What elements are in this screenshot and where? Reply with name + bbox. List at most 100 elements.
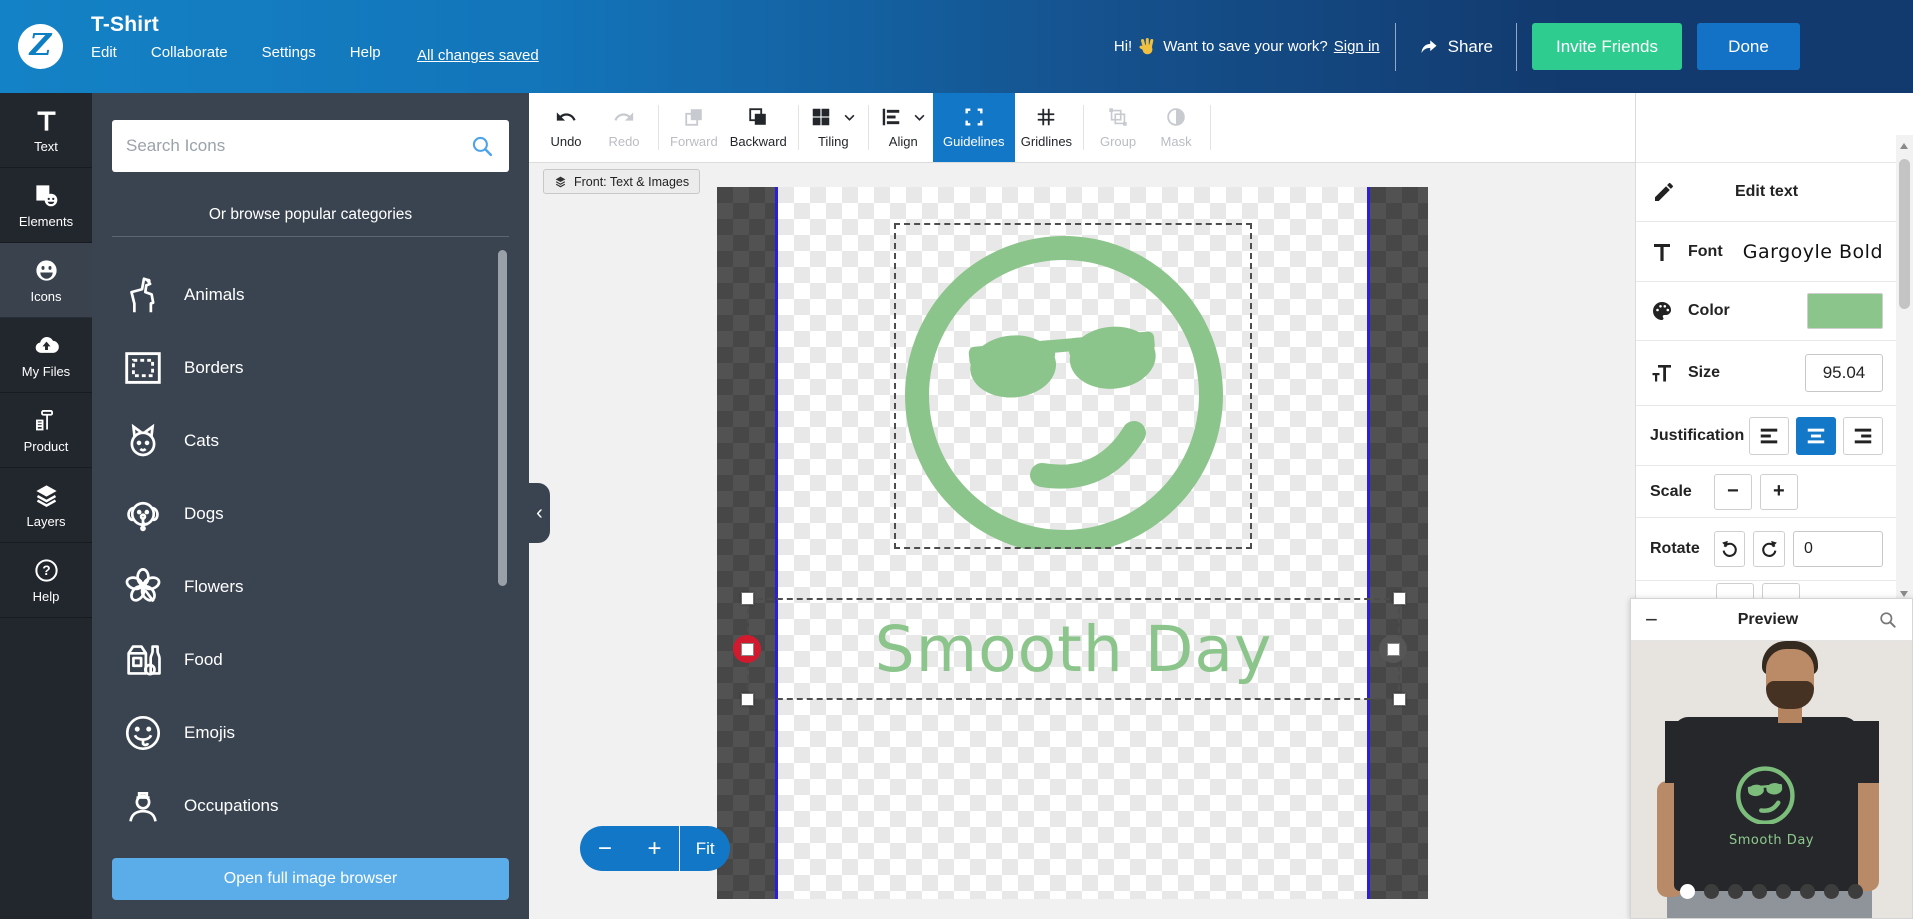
minimize-preview-button[interactable]: − xyxy=(1645,609,1658,631)
rail-item-help[interactable]: Help xyxy=(0,543,92,618)
carousel-dot-7[interactable] xyxy=(1824,884,1839,899)
image-selection-box[interactable] xyxy=(894,223,1252,549)
resize-handle-sw[interactable] xyxy=(741,693,754,706)
search-input[interactable] xyxy=(126,136,470,156)
group-button[interactable]: Group xyxy=(1089,93,1147,162)
align-button[interactable]: Align xyxy=(874,93,933,162)
font-row[interactable]: Font Gargoyle Bold xyxy=(1636,221,1897,281)
toolbar-label: Mask xyxy=(1161,134,1192,149)
rail-item-product[interactable]: Product xyxy=(0,393,92,468)
justify-right-button[interactable] xyxy=(1843,417,1883,455)
scale-down-button[interactable]: − xyxy=(1714,474,1752,510)
text-selection-box[interactable]: Smooth Day xyxy=(747,598,1400,700)
edit-text-row[interactable]: Edit text xyxy=(1636,162,1897,221)
rail-item-text[interactable]: Text xyxy=(0,93,92,168)
category-borders[interactable]: Borders xyxy=(92,331,529,404)
menu-settings[interactable]: Settings xyxy=(262,44,316,61)
design-canvas[interactable]: Front: Text & Images Smooth Day − + Fit xyxy=(529,163,1635,919)
undo-button[interactable]: Undo xyxy=(537,93,595,162)
size-input[interactable] xyxy=(1805,354,1883,392)
redo-button[interactable]: Redo xyxy=(595,93,653,162)
category-cats[interactable]: Cats xyxy=(92,404,529,477)
menu-collaborate[interactable]: Collaborate xyxy=(151,44,228,61)
carousel-dot-8[interactable] xyxy=(1848,884,1863,899)
magnify-preview-icon[interactable] xyxy=(1878,610,1898,630)
rail-item-icons[interactable]: Icons xyxy=(0,243,92,318)
panel-scrollbar-track[interactable] xyxy=(1896,135,1913,605)
rail-item-elements[interactable]: Elements xyxy=(0,168,92,243)
preview-photo[interactable]: Smooth Day xyxy=(1631,641,1912,918)
rotate-ccw-button[interactable] xyxy=(1714,531,1746,567)
invite-friends-button[interactable]: Invite Friends xyxy=(1532,23,1682,70)
rotate-cw-button[interactable] xyxy=(1753,531,1785,567)
zoom-fit-button[interactable]: Fit xyxy=(680,826,730,871)
stretch-handle-left[interactable] xyxy=(733,635,761,663)
layers-icon xyxy=(33,482,60,509)
carousel-dot-2[interactable] xyxy=(1704,884,1719,899)
carousel-dot-4[interactable] xyxy=(1752,884,1767,899)
justify-left-button[interactable] xyxy=(1749,417,1789,455)
backward-button[interactable]: Backward xyxy=(724,93,793,162)
bleed-area-left xyxy=(717,187,775,899)
rail-item-layers[interactable]: Layers xyxy=(0,468,92,543)
zoom-in-button[interactable]: + xyxy=(630,826,680,871)
scrollbar-thumb[interactable] xyxy=(1899,159,1910,309)
carousel-dot-5[interactable] xyxy=(1776,884,1791,899)
justify-center-button[interactable] xyxy=(1796,417,1836,455)
carousel-dot-1[interactable] xyxy=(1680,884,1695,899)
carousel-dot-6[interactable] xyxy=(1800,884,1815,899)
rail-item-my-files[interactable]: My Files xyxy=(0,318,92,393)
border-frame-icon xyxy=(120,345,166,391)
category-animals[interactable]: Animals xyxy=(92,258,529,331)
gridlines-toggle[interactable]: Gridlines xyxy=(1015,93,1078,162)
edit-text-label: Edit text xyxy=(1735,183,1798,201)
panel-scrollbar[interactable] xyxy=(498,250,507,586)
scale-up-button[interactable]: + xyxy=(1760,474,1798,510)
category-label: Borders xyxy=(184,358,244,378)
panel-collapse-toggle[interactable]: ‹ xyxy=(529,483,550,543)
menu-help[interactable]: Help xyxy=(350,44,381,61)
done-button[interactable]: Done xyxy=(1697,23,1800,70)
color-swatch[interactable] xyxy=(1807,293,1883,329)
zazzle-logo[interactable]: Z xyxy=(18,24,63,69)
elements-icon xyxy=(33,182,60,209)
category-occupations[interactable]: Occupations xyxy=(92,769,529,842)
resize-handle-ne[interactable] xyxy=(1393,592,1406,605)
guideline-right xyxy=(1367,187,1370,899)
group-icon xyxy=(1107,106,1129,128)
justify-left-icon xyxy=(1758,425,1780,447)
carousel-dot-3[interactable] xyxy=(1728,884,1743,899)
design-text[interactable]: Smooth Day xyxy=(875,613,1273,686)
tool-rail: Text Elements Icons My Files Product Lay… xyxy=(0,93,92,919)
scroll-up-arrow[interactable] xyxy=(1900,143,1908,149)
share-button[interactable]: Share xyxy=(1411,37,1501,57)
waving-hand-icon xyxy=(1138,37,1157,56)
category-dogs[interactable]: Dogs xyxy=(92,477,529,550)
send-backward-icon xyxy=(747,106,769,128)
resize-handle-nw[interactable] xyxy=(741,592,754,605)
forward-button[interactable]: Forward xyxy=(664,93,724,162)
dog-icon xyxy=(120,491,166,537)
mask-button[interactable]: Mask xyxy=(1147,93,1205,162)
resize-handle-se[interactable] xyxy=(1393,693,1406,706)
category-flowers[interactable]: Flowers xyxy=(92,550,529,623)
zoom-control: − + Fit xyxy=(580,826,730,871)
category-food[interactable]: Food xyxy=(92,623,529,696)
sign-in-link[interactable]: Sign in xyxy=(1334,38,1380,55)
tiling-button[interactable]: Tiling xyxy=(804,93,863,162)
preview-title: Preview xyxy=(1658,611,1878,629)
stretch-handle-right[interactable] xyxy=(1379,635,1407,663)
category-label: Cats xyxy=(184,431,219,451)
category-label: Animals xyxy=(184,285,244,305)
save-status-link[interactable]: All changes saved xyxy=(417,47,539,64)
scroll-down-arrow[interactable] xyxy=(1900,591,1908,597)
category-emojis[interactable]: Emojis xyxy=(92,696,529,769)
menu-edit[interactable]: Edit xyxy=(91,44,117,61)
guidelines-toggle[interactable]: Guidelines xyxy=(933,93,1015,162)
open-image-browser-button[interactable]: Open full image browser xyxy=(112,858,509,900)
rotate-input[interactable] xyxy=(1793,531,1883,567)
search-icon[interactable] xyxy=(470,134,495,159)
font-value[interactable]: Gargoyle Bold xyxy=(1743,241,1883,263)
zoom-out-button[interactable]: − xyxy=(580,826,630,871)
layer-selector-chip[interactable]: Front: Text & Images xyxy=(543,169,700,194)
